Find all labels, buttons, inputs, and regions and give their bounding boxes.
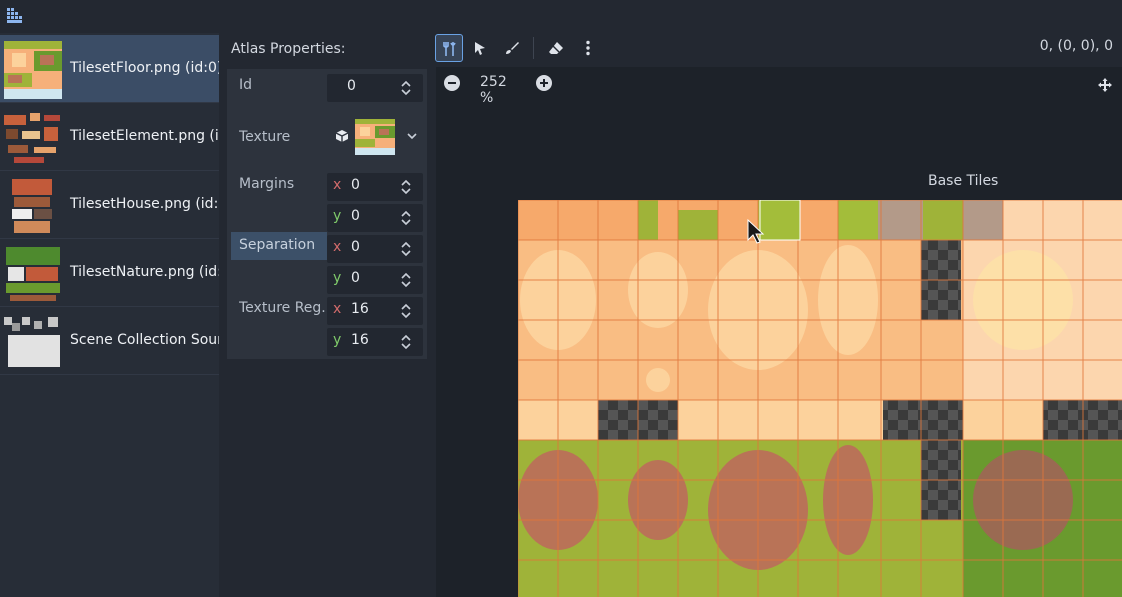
texture-region-y-value: 16 (351, 332, 369, 348)
source-item-scene-collection[interactable]: Scene Collection Source (0, 307, 219, 375)
source-item-tileset-element[interactable]: TilesetElement.png (id (0, 103, 219, 171)
source-item-tileset-floor[interactable]: TilesetFloor.png (id:0) (0, 35, 219, 103)
spinner-arrows-icon[interactable] (401, 303, 411, 319)
eraser-icon (549, 42, 563, 54)
source-item-label: TilesetHouse.png (id:2 (70, 196, 219, 212)
tileset-atlas-view[interactable] (518, 200, 1122, 597)
axis-y-label: y (333, 208, 342, 224)
eraser-tool-button[interactable] (542, 34, 570, 62)
spinner-arrows-icon[interactable] (401, 241, 411, 257)
select-tool-button[interactable] (466, 34, 494, 62)
select-arrow-icon (475, 42, 485, 55)
zoom-level: 252 % (480, 74, 507, 106)
axis-x-label: x (333, 239, 342, 255)
source-item-label: TilesetNature.png (id:3 (70, 264, 219, 280)
more-vertical-icon (586, 40, 590, 56)
source-item-tileset-nature[interactable]: TilesetNature.png (id:3 (0, 239, 219, 307)
more-options-button[interactable] (574, 34, 602, 62)
tile-coordinates-readout: 0, (0, 0), 0 (1039, 38, 1113, 54)
axis-y-label: y (333, 332, 342, 348)
tileset-thumbnail (4, 113, 60, 163)
spinner-arrows-icon[interactable] (401, 272, 411, 288)
atlas-canvas[interactable]: 252 % Base Tiles (436, 67, 1122, 597)
tileset-sources-list: TilesetFloor.png (id:0) TilesetElement.p… (0, 33, 219, 597)
margins-x-row: Margins x 0 (231, 170, 423, 201)
texture-label: Texture (239, 129, 291, 145)
margins-x-value: 0 (351, 177, 360, 193)
separation-x-spinbox[interactable]: x 0 (327, 235, 423, 263)
texture-region-label: Texture Reg.. (239, 300, 329, 316)
texture-row: Texture (231, 119, 423, 155)
texture-region-x-spinbox[interactable]: x 16 (327, 297, 423, 325)
id-spinbox[interactable]: 0 (327, 74, 423, 102)
atlas-title: Base Tiles (928, 173, 999, 189)
move-pan-icon[interactable] (1097, 77, 1113, 93)
zoom-in-button[interactable] (536, 75, 552, 91)
tileset-thumbnail (12, 179, 52, 233)
minus-icon (448, 82, 456, 84)
texture-region-x-row: Texture Reg.. x 16 (231, 294, 423, 325)
margins-y-spinbox[interactable]: y 0 (327, 204, 423, 232)
setup-icon (443, 42, 456, 56)
separation-y-spinbox[interactable]: y 0 (327, 266, 423, 294)
source-item-label: Scene Collection Source (70, 332, 219, 348)
tileset-grid-icon (7, 8, 22, 23)
separation-x-value: 0 (351, 239, 360, 255)
spinner-arrows-icon[interactable] (401, 334, 411, 350)
spinner-arrows-icon[interactable] (401, 80, 411, 96)
source-item-tileset-house[interactable]: TilesetHouse.png (id:2 (0, 171, 219, 239)
texture-region-x-value: 16 (351, 301, 369, 317)
paint-brush-icon (506, 42, 519, 54)
tile-editor-toolbar: 0, (0, 0), 0 (430, 33, 1122, 67)
tileset-thumbnail (4, 41, 62, 99)
resource-cube-icon (335, 130, 349, 142)
zoom-out-button[interactable] (444, 75, 460, 91)
plus-icon (540, 79, 548, 87)
separation-x-row: Separation x 0 (231, 232, 423, 263)
id-row: Id 0 (231, 71, 423, 102)
paint-tool-button[interactable] (498, 34, 526, 62)
margins-x-spinbox[interactable]: x 0 (327, 173, 423, 201)
texture-region-y-row: y 16 (231, 325, 423, 356)
top-bar (0, 0, 1122, 32)
source-item-label: TilesetElement.png (id (70, 128, 219, 144)
margins-y-row: y 0 (231, 201, 423, 232)
axis-y-label: y (333, 270, 342, 286)
texture-region-y-spinbox[interactable]: y 16 (327, 328, 423, 356)
texture-preview[interactable] (355, 119, 395, 155)
margins-label: Margins (239, 176, 295, 192)
source-item-label: TilesetFloor.png (id:0) (70, 60, 219, 76)
axis-x-label: x (333, 301, 342, 317)
separation-y-row: y 0 (231, 263, 423, 294)
spinner-arrows-icon[interactable] (401, 179, 411, 195)
setup-tool-button[interactable] (435, 34, 463, 62)
tileset-thumbnail (6, 247, 60, 301)
separation-y-value: 0 (351, 270, 360, 286)
spinner-arrows-icon[interactable] (401, 210, 411, 226)
separation-label: Separation (231, 232, 327, 260)
atlas-properties-title: Atlas Properties: (231, 41, 346, 57)
scene-collection-thumbnail (4, 317, 60, 367)
chevron-down-icon[interactable] (407, 133, 417, 140)
margins-y-value: 0 (351, 208, 360, 224)
toolbar-separator (533, 37, 534, 59)
axis-x-label: x (333, 177, 342, 193)
atlas-properties-panel: Id 0 Texture Margins x 0 y 0 Separation … (227, 69, 427, 359)
id-label: Id (239, 77, 253, 93)
id-value: 0 (347, 78, 356, 94)
